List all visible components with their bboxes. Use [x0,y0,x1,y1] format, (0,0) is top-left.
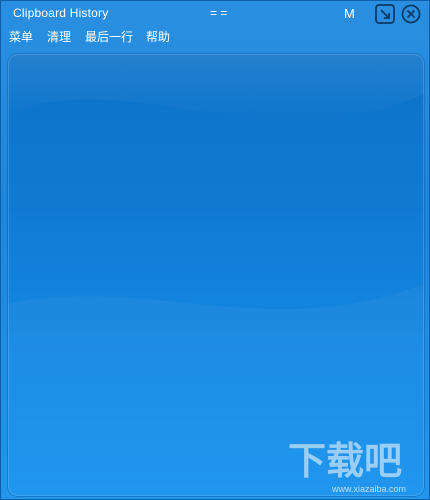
close-button[interactable] [401,4,421,24]
menu-item-clear[interactable]: 清理 [47,28,71,45]
title-bar[interactable]: Clipboard History = = M [1,1,429,27]
title-mark: = = [210,6,228,20]
menu-item-menu[interactable]: 菜单 [9,28,33,45]
resize-button[interactable] [375,4,395,24]
resize-icon [375,4,395,24]
clipboard-history-window: Clipboard History = = M 菜单 清理 最后一行 帮助 下载… [0,0,430,500]
watermark-site-text: www.xiazaiba.com [331,484,406,494]
menu-item-help[interactable]: 帮助 [146,28,170,45]
close-icon [401,4,421,24]
menu-item-last-line[interactable]: 最后一行 [85,28,133,45]
mode-button[interactable]: M [344,6,355,21]
panel-background-wave [8,54,424,496]
window-title: Clipboard History [13,6,109,20]
svg-text:下载吧: 下载吧 [288,439,402,483]
watermark-logo: 下载吧 [288,439,402,483]
menu-bar: 菜单 清理 最后一行 帮助 [1,27,429,47]
clipboard-list-panel[interactable]: 下载吧 www.xiazaiba.com [8,54,424,496]
